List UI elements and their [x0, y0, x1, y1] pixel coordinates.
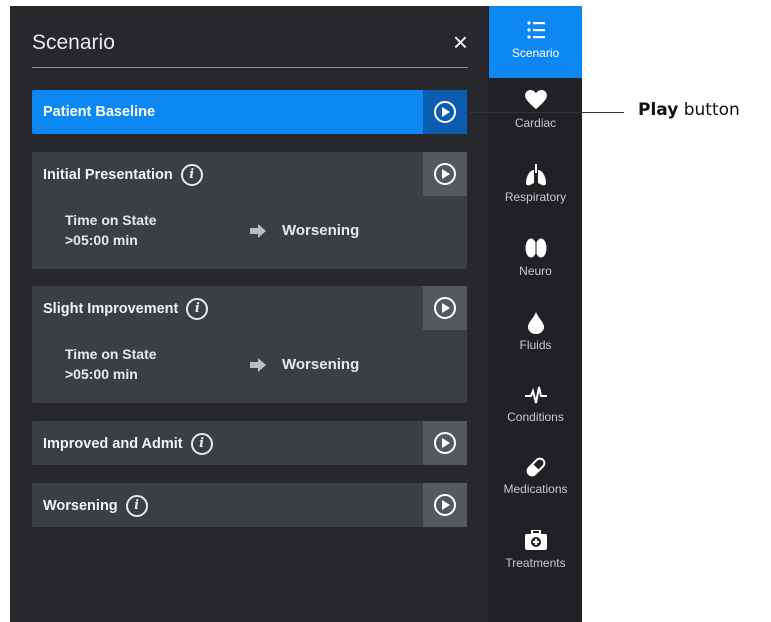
- lungs-icon: [489, 164, 582, 188]
- medkit-icon: [489, 529, 582, 554]
- state-name: Improved and Admit: [43, 435, 183, 452]
- scenario-app: Scenario × Patient Baseline Initial Pres…: [10, 6, 582, 622]
- panel-header: Scenario ×: [32, 28, 468, 68]
- state-initial-presentation[interactable]: Initial Presentation i Time on State >05:…: [32, 152, 467, 269]
- time-on-state-label: Time on State: [65, 212, 157, 228]
- time-on-state: Time on State >05:00 min: [65, 344, 157, 384]
- sidebar-item-conditions[interactable]: Conditions: [489, 384, 582, 424]
- time-on-state-value: >05:00 min: [65, 232, 138, 248]
- time-on-state-value: >05:00 min: [65, 366, 138, 382]
- play-button[interactable]: [423, 483, 467, 527]
- sidebar-item-fluids[interactable]: Fluids: [489, 312, 582, 352]
- heart-icon: [489, 90, 582, 114]
- play-button[interactable]: [423, 90, 467, 134]
- sidebar-item-neuro[interactable]: Neuro: [489, 238, 582, 278]
- state-name-row: Initial Presentation i: [43, 164, 203, 186]
- callout-label: Play button: [638, 100, 740, 120]
- next-state: Worsening: [282, 222, 360, 239]
- sidebar-item-cardiac[interactable]: Cardiac: [489, 90, 582, 130]
- callout-rest: button: [678, 100, 740, 120]
- state-name: Initial Presentation: [43, 166, 173, 183]
- play-icon: [434, 163, 456, 185]
- sidebar-item-label: Neuro: [519, 264, 552, 278]
- state-name: Worsening: [43, 497, 118, 514]
- play-button[interactable]: [423, 421, 467, 465]
- sidebar-item-label: Medications: [503, 482, 568, 496]
- droplet-icon: [489, 312, 582, 336]
- play-button[interactable]: [423, 286, 467, 330]
- play-icon: [434, 101, 456, 123]
- sidebar-item-label: Scenario: [511, 46, 560, 60]
- state-name: Patient Baseline: [43, 104, 156, 120]
- state-name: Slight Improvement: [43, 300, 179, 317]
- info-icon[interactable]: i: [125, 495, 148, 517]
- sidebar-item-label: Cardiac: [514, 116, 557, 130]
- pill-icon: [489, 456, 582, 480]
- sidebar-item-label: Fluids: [519, 338, 552, 352]
- sidebar-item-medications[interactable]: Medications: [489, 456, 582, 496]
- sidebar-item-treatments[interactable]: Treatments: [489, 529, 582, 570]
- info-icon[interactable]: i: [186, 298, 209, 320]
- panel-title: Scenario: [32, 31, 115, 54]
- sidebar-item-label: Treatments: [505, 556, 566, 570]
- close-button[interactable]: ×: [453, 28, 468, 56]
- state-improved-and-admit[interactable]: Improved and Admit i: [32, 421, 467, 465]
- state-worsening[interactable]: Worsening i: [32, 483, 467, 527]
- sidebar-item-respiratory[interactable]: Respiratory: [489, 164, 582, 204]
- sidebar-item-label: Respiratory: [504, 190, 567, 204]
- list-icon: [489, 20, 582, 44]
- sidebar-item-label: Conditions: [507, 410, 564, 424]
- state-name-row: Improved and Admit i: [43, 433, 213, 455]
- play-icon: [434, 432, 456, 454]
- state-name-row: Slight Improvement i: [43, 298, 209, 320]
- play-icon: [434, 297, 456, 319]
- state-name-row: Worsening i: [43, 495, 148, 517]
- callout-bold: Play: [638, 100, 679, 120]
- time-on-state-label: Time on State: [65, 346, 157, 362]
- time-on-state: Time on State >05:00 min: [65, 210, 157, 250]
- state-slight-improvement[interactable]: Slight Improvement i Time on State >05:00…: [32, 286, 467, 403]
- state-patient-baseline[interactable]: Patient Baseline: [32, 90, 467, 134]
- info-icon[interactable]: i: [180, 164, 203, 186]
- pulse-icon: [489, 384, 582, 408]
- sidebar-nav: Scenario Cardiac Respiratory Neuro Fluid: [489, 6, 582, 622]
- scenario-panel: Scenario × Patient Baseline Initial Pres…: [10, 6, 488, 622]
- info-icon[interactable]: i: [190, 433, 213, 455]
- brain-icon: [489, 238, 582, 262]
- sidebar-item-scenario[interactable]: Scenario: [489, 6, 582, 78]
- next-state: Worsening: [282, 356, 360, 373]
- play-icon: [434, 494, 456, 516]
- play-button[interactable]: [423, 152, 467, 196]
- callout-line: [466, 112, 624, 113]
